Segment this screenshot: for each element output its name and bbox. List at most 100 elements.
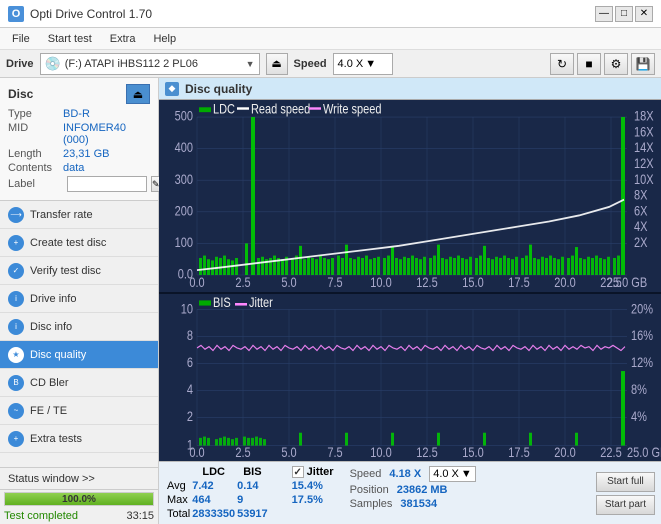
transfer-rate-label: Transfer rate: [30, 209, 93, 221]
svg-text:12%: 12%: [631, 355, 653, 371]
refresh-button[interactable]: ↻: [550, 53, 574, 75]
svg-text:5.0: 5.0: [281, 275, 296, 290]
jitter-checkbox[interactable]: ✓: [292, 466, 304, 478]
svg-text:7.5: 7.5: [327, 275, 342, 290]
save-button[interactable]: 💾: [631, 53, 655, 75]
drive-icon: 💿: [45, 56, 61, 72]
sidebar-item-verify-test-disc[interactable]: ✓ Verify test disc: [0, 257, 158, 285]
status-complete-text: Test completed: [4, 510, 78, 522]
disc-quality-title: Disc quality: [185, 82, 252, 96]
ldc-col-header: LDC: [192, 466, 235, 478]
sidebar-item-create-test-disc[interactable]: + Create test disc: [0, 229, 158, 257]
minimize-button[interactable]: —: [595, 6, 613, 22]
create-test-disc-label: Create test disc: [30, 237, 106, 249]
drive-selector[interactable]: 💿 (F:) ATAPI iHBS112 2 PL06 ▼: [40, 53, 260, 75]
svg-text:15.0: 15.0: [462, 445, 483, 461]
svg-text:LDC: LDC: [213, 101, 235, 116]
svg-text:6: 6: [187, 355, 193, 371]
label-input[interactable]: [67, 176, 147, 192]
titlebar: O Opti Drive Control 1.70 — □ ✕: [0, 0, 661, 28]
speed-dropdown-arrow: ▼: [461, 468, 472, 480]
svg-text:4%: 4%: [631, 409, 647, 425]
extra-tests-icon: +: [8, 431, 24, 447]
type-value: BD-R: [63, 108, 90, 120]
svg-text:6X: 6X: [634, 203, 647, 218]
mid-value: INFOMER40 (000): [63, 122, 150, 146]
svg-text:200: 200: [175, 203, 194, 218]
top-chart: 500 400 300 200 100 0.0 18X 16X 14X 12X …: [159, 100, 661, 292]
cd-bler-icon: B: [8, 375, 24, 391]
speed-dropdown-val: 4.0 X: [433, 468, 459, 480]
svg-text:0.0: 0.0: [189, 445, 204, 461]
settings-button[interactable]: ⚙: [604, 53, 628, 75]
speed-dropdown[interactable]: 4.0 X ▼: [429, 466, 476, 482]
speed-position-stats: Speed 4.18 X 4.0 X ▼ Position 23862 MB S…: [344, 464, 588, 522]
svg-text:10X: 10X: [634, 172, 654, 187]
disc-eject-icon[interactable]: ⏏: [126, 84, 150, 104]
menu-start-test[interactable]: Start test: [40, 31, 100, 47]
svg-text:0.0: 0.0: [189, 275, 204, 290]
eject-button[interactable]: ⏏: [266, 53, 288, 75]
stop-button[interactable]: ■: [577, 53, 601, 75]
create-test-disc-icon: +: [8, 235, 24, 251]
disc-panel-title: Disc: [8, 87, 33, 101]
svg-text:8: 8: [187, 328, 193, 344]
close-button[interactable]: ✕: [635, 6, 653, 22]
stats-table: LDC BIS ✓ Jitter Avg 7.42 0.1: [165, 464, 336, 522]
disc-quality-label: Disc quality: [30, 349, 86, 361]
sidebar-item-disc-quality[interactable]: ★ Disc quality: [0, 341, 158, 369]
maximize-button[interactable]: □: [615, 6, 633, 22]
svg-text:17.5: 17.5: [508, 445, 529, 461]
status-text-row: Test completed 33:15: [0, 508, 158, 524]
svg-text:12.5: 12.5: [416, 275, 438, 290]
sidebar-item-fe-te[interactable]: ~ FE / TE: [0, 397, 158, 425]
sidebar-item-extra-tests[interactable]: + Extra tests: [0, 425, 158, 453]
speed-stat-label: Speed: [350, 468, 382, 480]
bottom-chart: 10 8 6 4 2 1 20% 16% 12% 8% 4%: [159, 294, 661, 461]
menu-help[interactable]: Help: [145, 31, 184, 47]
menu-extra[interactable]: Extra: [102, 31, 144, 47]
svg-text:12X: 12X: [634, 156, 654, 171]
sidebar-item-disc-info[interactable]: i Disc info: [0, 313, 158, 341]
samples-label: Samples: [350, 498, 393, 510]
avg-bis: 0.14: [237, 480, 268, 492]
sidebar-item-cd-bler[interactable]: B CD Bler: [0, 369, 158, 397]
speed-value: 4.0 X: [338, 58, 364, 70]
app-icon: O: [8, 6, 24, 22]
speed-label: Speed: [294, 58, 327, 70]
speed-arrow: ▼: [365, 58, 376, 70]
top-chart-svg: 500 400 300 200 100 0.0 18X 16X 14X 12X …: [159, 100, 661, 292]
samples-val: 381534: [400, 498, 437, 510]
svg-text:10: 10: [181, 301, 193, 317]
bottom-chart-svg: 10 8 6 4 2 1 20% 16% 12% 8% 4%: [159, 294, 661, 461]
speed-selector[interactable]: 4.0 X ▼: [333, 53, 393, 75]
transfer-rate-icon: ⟶: [8, 207, 24, 223]
svg-text:8%: 8%: [631, 382, 647, 398]
toolbar-icons: ↻ ■ ⚙ 💾: [550, 53, 655, 75]
drivebar: Drive 💿 (F:) ATAPI iHBS112 2 PL06 ▼ ⏏ Sp…: [0, 50, 661, 78]
svg-text:2.5: 2.5: [235, 445, 250, 461]
status-window-button[interactable]: Status window >>: [0, 468, 158, 490]
svg-text:16X: 16X: [634, 124, 654, 139]
svg-text:20%: 20%: [631, 301, 653, 317]
svg-text:7.5: 7.5: [327, 445, 342, 461]
mid-label: MID: [8, 122, 63, 134]
fe-te-label: FE / TE: [30, 405, 67, 417]
avg-row-label: Avg: [167, 480, 190, 492]
content-panel: ◆ Disc quality: [159, 78, 661, 524]
start-part-button[interactable]: Start part: [596, 495, 655, 515]
svg-text:Jitter: Jitter: [249, 295, 273, 311]
menu-file[interactable]: File: [4, 31, 38, 47]
menubar: File Start test Extra Help: [0, 28, 661, 50]
sidebar-item-drive-info[interactable]: i Drive info: [0, 285, 158, 313]
disc-panel: Disc ⏏ Type BD-R MID INFOMER40 (000) Len…: [0, 78, 158, 201]
drive-info-label: Drive info: [30, 293, 76, 305]
max-ldc: 464: [192, 494, 235, 506]
svg-text:Read speed: Read speed: [251, 101, 310, 116]
svg-text:15.0: 15.0: [462, 275, 484, 290]
svg-text:20.0: 20.0: [554, 445, 575, 461]
sidebar-item-transfer-rate[interactable]: ⟶ Transfer rate: [0, 201, 158, 229]
contents-label: Contents: [8, 162, 63, 174]
drive-text: (F:) ATAPI iHBS112 2 PL06: [65, 58, 242, 70]
start-full-button[interactable]: Start full: [596, 472, 655, 492]
